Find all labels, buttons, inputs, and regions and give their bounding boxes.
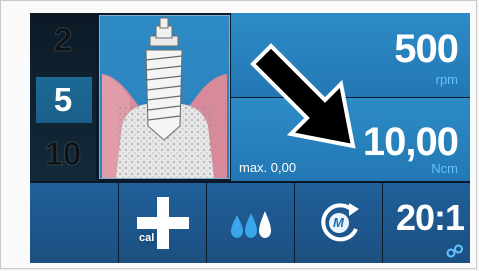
calibration-button[interactable]: cal — [119, 183, 207, 263]
motor-label: M — [333, 215, 344, 230]
implant-bone-graphic — [102, 17, 227, 178]
irrigation-button[interactable] — [207, 183, 295, 263]
program-item[interactable]: 2 — [30, 23, 96, 57]
bottom-button-row: cal M 20:1 — [30, 183, 470, 263]
empty-button[interactable] — [30, 183, 119, 263]
torque-value: 10,00 — [362, 120, 459, 164]
implant-illustration — [99, 15, 230, 179]
program-selector[interactable]: 2 5 10 — [30, 13, 96, 181]
motor-direction-button[interactable]: M — [295, 183, 383, 263]
gear-icon — [446, 244, 463, 258]
program-item-active[interactable]: 5 — [30, 83, 96, 116]
arrow-down-right-icon — [250, 43, 356, 149]
irrigation-drops-icon — [231, 211, 271, 238]
calibration-cross-icon — [137, 197, 189, 249]
gear-ratio-label: 20:1 — [395, 197, 465, 238]
speed-value: 500 — [394, 27, 459, 71]
ratio-button[interactable]: 20:1 — [383, 183, 470, 263]
torque-unit: Ncm — [431, 161, 458, 176]
display-screen: 2 5 10 500 rpm 10,00 Ncm max. 0,00 cal M… — [30, 13, 470, 263]
program-item[interactable]: 10 — [30, 137, 96, 171]
torque-max-label: max. 0,00 — [239, 160, 297, 175]
calibration-label: cal — [139, 232, 155, 244]
speed-unit: rpm — [435, 72, 458, 87]
